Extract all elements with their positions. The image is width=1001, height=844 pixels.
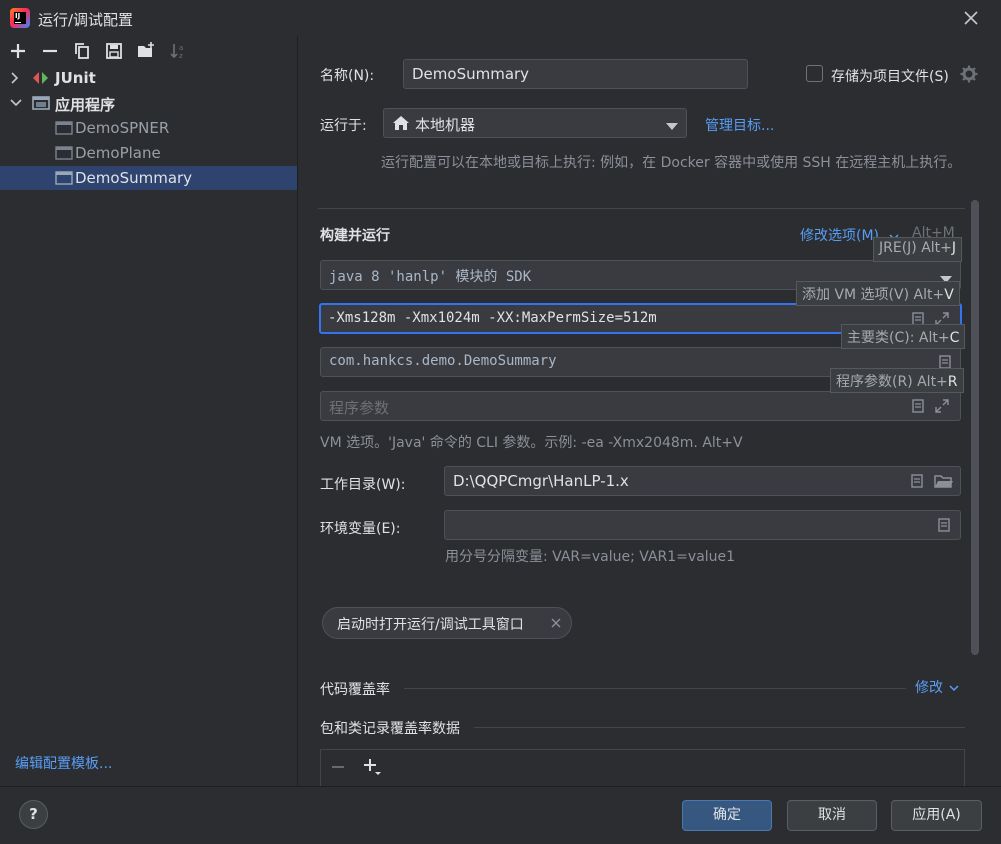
scrollbar[interactable] [971, 200, 979, 655]
new-folder-icon[interactable] [136, 41, 156, 61]
copy-icon[interactable] [72, 41, 92, 61]
title-bar: IJ 运行/调试配置 [0, 0, 1001, 36]
tree-toolbar: az [0, 36, 298, 66]
application-config-icon [55, 145, 73, 165]
manage-targets-link[interactable]: 管理目标... [705, 115, 774, 135]
sort-icon[interactable]: az [168, 41, 188, 61]
tooltip-text: 程序参数(R) Alt+ [836, 374, 948, 390]
gear-icon[interactable] [960, 65, 978, 87]
working-directory-value: D:\QQPCmgr\HanLP-1.x [453, 472, 629, 490]
window-title: 运行/调试配置 [38, 11, 134, 29]
tree-item-label: JUnit [55, 69, 96, 87]
vm-options-hint: VM 选项。'Java' 命令的 CLI 参数。示例: -ea -Xmx2048… [320, 435, 743, 451]
application-icon [32, 95, 50, 115]
coverage-packages-label: 包和类记录覆盖率数据 [320, 721, 460, 737]
tooltip-jre: JRE(J) Alt+J [873, 237, 963, 262]
remove-icon[interactable] [330, 759, 346, 779]
working-directory-label: 工作目录(W): [320, 477, 406, 493]
tooltip-text: 添加 VM 选项(V) Alt+ [802, 287, 945, 303]
tooltip-key: J [951, 240, 957, 256]
home-icon [392, 115, 410, 135]
environment-variables-label: 环境变量(E): [320, 521, 401, 537]
expand-text-icon[interactable] [911, 399, 925, 413]
tooltip-program-arguments: 程序参数(R) Alt+R [830, 368, 964, 393]
build-and-run-heading: 构建并运行 [320, 228, 390, 244]
tree-item-demosummary[interactable]: DemoSummary [0, 166, 297, 190]
save-icon[interactable] [104, 41, 124, 61]
chip-label: 启动时打开运行/调试工具窗口 [337, 617, 524, 633]
chevron-down-icon [949, 681, 959, 697]
vm-options-value: -Xms128m -Xmx1024m -XX:MaxPermSize=512m [328, 310, 657, 326]
coverage-modify-link[interactable]: 修改 [915, 677, 943, 697]
help-button[interactable]: ? [19, 800, 48, 829]
svg-text:z: z [179, 52, 183, 60]
open-run-tool-window-chip[interactable]: 启动时打开运行/调试工具窗口 [322, 607, 572, 639]
tooltip-vm-options: 添加 VM 选项(V) Alt+V [796, 281, 960, 306]
add-icon[interactable] [362, 757, 382, 781]
tree-item-application[interactable]: 应用程序 [0, 91, 297, 115]
run-on-hint: 运行配置可以在本地或目标上执行: 例如，在 Docker 容器中或使用 SSH … [381, 155, 962, 171]
environment-variables-field[interactable] [444, 510, 961, 540]
store-as-project-file-checkbox[interactable] [806, 65, 823, 82]
tree-item-label: DemoPlane [75, 144, 161, 162]
run-on-value: 本地机器 [415, 116, 476, 134]
separator [474, 727, 965, 728]
tree-item-demospner[interactable]: DemoSPNER [0, 116, 297, 140]
name-label: 名称(N): [320, 68, 375, 84]
tooltip-main-class: 主要类(C): Alt+C [841, 324, 966, 349]
tooltip-text: JRE(J) Alt+ [879, 240, 952, 256]
browse-icon[interactable] [938, 355, 952, 369]
store-as-project-file-label: 存储为项目文件(S) [831, 69, 949, 85]
intellij-logo-icon: IJ [10, 8, 30, 28]
environment-variables-hint: 用分号分隔变量: VAR=value; VAR1=value1 [445, 549, 736, 565]
coverage-patterns-table [320, 749, 965, 786]
chevron-right-icon[interactable] [9, 71, 21, 89]
edit-configuration-templates-link[interactable]: 编辑配置模板... [15, 753, 112, 773]
tooltip-key: V [944, 287, 954, 303]
expand-icon[interactable] [935, 399, 949, 413]
cancel-button[interactable]: 取消 [787, 800, 877, 831]
remove-icon[interactable] [40, 41, 60, 61]
separator [318, 208, 965, 209]
browse-icon[interactable] [937, 518, 951, 532]
tree-item-demoplane[interactable]: DemoPlane [0, 141, 297, 165]
tree-item-junit[interactable]: JUnit [0, 66, 297, 90]
program-arguments-placeholder: 程序参数 [329, 399, 390, 417]
chevron-down-icon[interactable] [9, 96, 23, 114]
junit-icon [32, 71, 50, 89]
add-icon[interactable] [8, 41, 28, 61]
code-coverage-label: 代码覆盖率 [320, 682, 390, 698]
chevron-down-icon [666, 119, 678, 135]
program-arguments-field[interactable]: 程序参数 [320, 391, 961, 421]
close-icon[interactable] [959, 6, 983, 30]
modify-options-link[interactable]: 修改选项(M) [800, 225, 879, 245]
expand-text-icon[interactable] [910, 474, 924, 488]
run-on-label: 运行于: [320, 118, 367, 134]
separator [404, 688, 906, 689]
tooltip-text: 主要类(C): Alt+ [847, 330, 950, 346]
folder-icon[interactable] [934, 473, 954, 493]
tooltip-key: C [949, 330, 960, 346]
svg-text:a: a [179, 44, 183, 52]
application-config-icon [55, 170, 73, 190]
close-icon[interactable] [550, 617, 562, 633]
tree-item-label: DemoSPNER [75, 119, 170, 137]
tooltip-key: R [947, 374, 958, 390]
tree-item-label: 应用程序 [55, 96, 116, 114]
main-class-value: com.hankcs.demo.DemoSummary [329, 353, 557, 369]
ok-button[interactable]: 确定 [682, 800, 772, 831]
jre-value: java 8 'hanlp' 模块的 SDK [329, 269, 532, 285]
working-directory-field[interactable]: D:\QQPCmgr\HanLP-1.x [444, 466, 961, 496]
apply-button[interactable]: 应用(A) [891, 800, 982, 831]
run-on-dropdown[interactable]: 本地机器 [383, 108, 687, 138]
name-field[interactable]: DemoSummary [403, 59, 748, 89]
name-field-value: DemoSummary [412, 65, 530, 83]
tree-item-label: DemoSummary [75, 169, 193, 187]
application-config-icon [55, 120, 73, 140]
